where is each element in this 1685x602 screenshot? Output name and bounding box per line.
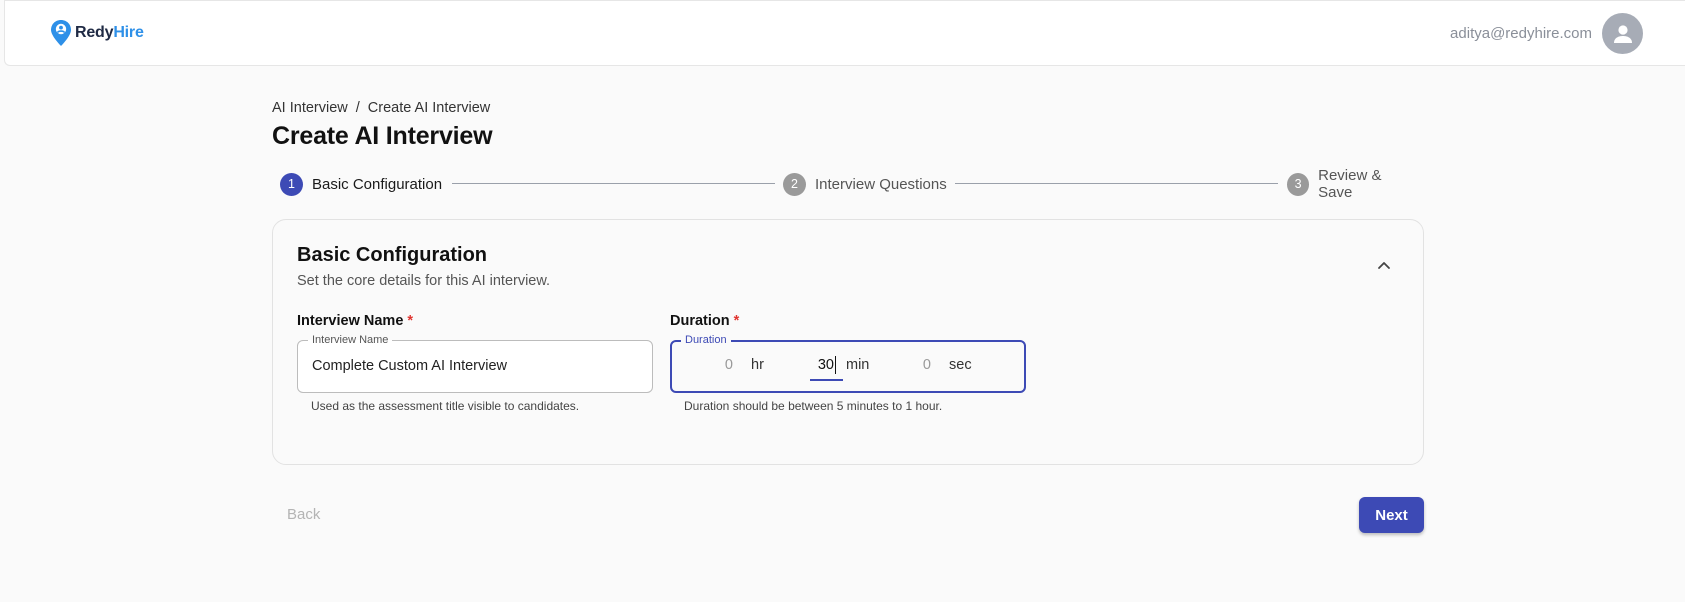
- next-button[interactable]: Next: [1359, 497, 1424, 533]
- minutes-focus-underline: [810, 379, 843, 381]
- step-connector: [452, 183, 775, 184]
- step-number: 2: [783, 172, 806, 196]
- basic-configuration-card: Basic Configuration Set the core details…: [272, 219, 1424, 465]
- logo-text-redy: Redy: [75, 24, 114, 41]
- duration-minutes-unit: min: [846, 357, 870, 373]
- required-asterisk: *: [733, 313, 740, 329]
- breadcrumb-separator: /: [355, 100, 360, 116]
- card-subtitle: Set the core details for this AI intervi…: [297, 273, 551, 289]
- duration-minutes-input[interactable]: 30: [804, 357, 834, 373]
- user-icon: [1613, 24, 1632, 43]
- step-interview-questions[interactable]: 2 Interview Questions: [783, 172, 947, 196]
- page-title: Create AI Interview: [272, 122, 493, 150]
- duration-seconds-input[interactable]: 0: [901, 357, 931, 373]
- interview-name-legend: Interview Name: [308, 333, 393, 347]
- required-asterisk: *: [407, 313, 414, 329]
- logo-text-hire: Hire: [113, 24, 144, 41]
- user-email: aditya@redyhire.com: [1450, 25, 1592, 42]
- top-bar: RedyHire aditya@redyhire.com: [4, 0, 1685, 66]
- card-title: Basic Configuration: [297, 244, 488, 266]
- step-number: 3: [1287, 172, 1310, 196]
- text-caret: [835, 356, 836, 374]
- step-label: Review & Save: [1318, 167, 1382, 201]
- step-number: 1: [280, 172, 303, 196]
- collapse-button[interactable]: [1373, 254, 1395, 276]
- chevron-up-icon: [1378, 262, 1390, 269]
- breadcrumb-ai-interview[interactable]: AI Interview: [272, 100, 348, 116]
- location-pin-icon: [51, 20, 71, 46]
- duration-legend: Duration: [681, 333, 731, 347]
- avatar[interactable]: [1602, 13, 1643, 54]
- breadcrumb-create-ai-interview: Create AI Interview: [367, 100, 491, 116]
- step-label: Interview Questions: [815, 175, 947, 193]
- interview-name-input[interactable]: [312, 358, 632, 374]
- user-menu[interactable]: aditya@redyhire.com: [1450, 13, 1643, 54]
- duration-helper: Duration should be between 5 minutes to …: [684, 399, 943, 413]
- interview-name-helper: Used as the assessment title visible to …: [311, 399, 580, 413]
- interview-name-label: Interview Name *: [297, 313, 414, 329]
- page: RedyHire aditya@redyhire.com AI Intervie…: [0, 0, 1685, 602]
- step-connector: [955, 183, 1278, 184]
- duration-seconds-unit: sec: [949, 357, 972, 373]
- interview-name-field[interactable]: Interview Name: [297, 333, 653, 393]
- step-review-save[interactable]: 3 Review & Save: [1287, 167, 1416, 201]
- duration-hours-input[interactable]: 0: [703, 357, 733, 373]
- duration-hours-unit: hr: [751, 357, 764, 373]
- back-button[interactable]: Back: [287, 506, 320, 523]
- breadcrumb: AI Interview / Create AI Interview: [272, 100, 490, 116]
- stepper: 1 Basic Configuration 2 Interview Questi…: [280, 167, 1416, 201]
- logo[interactable]: RedyHire: [50, 19, 144, 47]
- step-basic-configuration[interactable]: 1 Basic Configuration: [280, 172, 442, 196]
- step-label: Basic Configuration: [312, 175, 443, 193]
- duration-label: Duration *: [670, 313, 740, 329]
- duration-field[interactable]: Duration 0 hr 30 min 0 sec: [670, 333, 1026, 393]
